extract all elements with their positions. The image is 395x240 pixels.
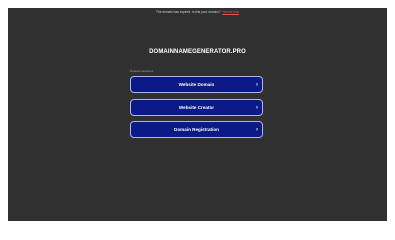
expiry-banner-text: The domain has expired. Is this your dom…: [155, 10, 221, 14]
parked-page: The domain has expired. Is this your dom…: [8, 8, 387, 221]
related-link-domain-registration[interactable]: Domain Registration ›: [130, 121, 263, 138]
chevron-right-icon: ›: [256, 104, 258, 111]
chevron-right-icon: ›: [256, 126, 258, 133]
related-link-website-creator[interactable]: Website Creator ›: [130, 99, 263, 116]
related-link-website-domain[interactable]: Website Domain ›: [130, 76, 263, 93]
related-link-label: Website Domain: [178, 82, 215, 87]
expiry-banner: The domain has expired. Is this your dom…: [8, 10, 387, 14]
chevron-right-icon: ›: [256, 81, 258, 88]
related-link-label: Website Creator: [178, 105, 215, 110]
related-link-label: Domain Registration: [174, 127, 219, 132]
renew-link[interactable]: Renew now: [222, 10, 239, 14]
related-searches-label: Related searches: [130, 69, 154, 73]
domain-title: DOMAINNAMEGENERATOR.PRO: [149, 49, 246, 55]
